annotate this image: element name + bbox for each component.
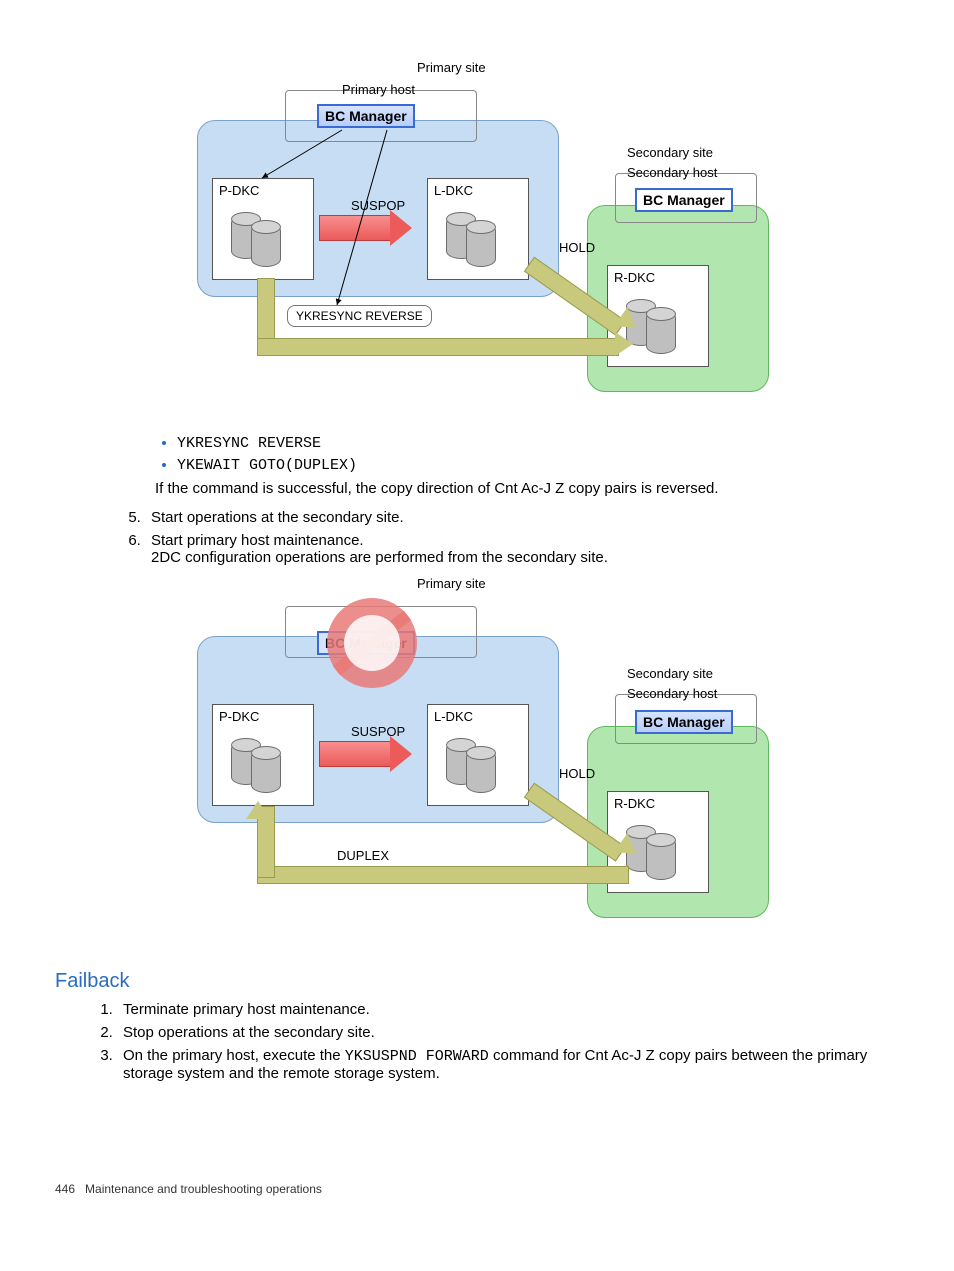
bc-manager-secondary-2: BC Manager (635, 710, 733, 734)
suspop-label-2: SUSPOP (351, 724, 405, 739)
post-bullets-text: If the command is successful, the copy d… (155, 480, 879, 497)
fb3-cmd: YKSUSPND FORWARD (345, 1048, 489, 1065)
l-dkc-label: L-DKC (434, 183, 473, 198)
failback-heading: Failback (55, 970, 899, 993)
step-6-line-2: 2DC configuration operations are perform… (151, 549, 608, 566)
l-dkc-box-2: L-DKC (427, 704, 529, 806)
olive-arrowhead-2-icon (615, 332, 633, 356)
page-footer: 446 Maintenance and troubleshooting oper… (55, 1182, 899, 1196)
step-6: Start primary host maintenance. 2DC conf… (145, 532, 879, 566)
body-content: YKRESYNC REVERSE YKEWAIT GOTO(DUPLEX) If… (155, 434, 879, 566)
bc-manager-primary: BC Manager (317, 104, 415, 128)
l-dkc-box: L-DKC (427, 178, 529, 280)
p-dkc-box: P-DKC (212, 178, 314, 280)
failback-steps: Terminate primary host maintenance. Stop… (87, 1001, 899, 1082)
failback-step-3: On the primary host, execute the YKSUSPN… (117, 1047, 899, 1082)
duplex-arrowhead-icon (246, 801, 270, 819)
primary-site-label: Primary site (417, 60, 486, 75)
diagram-1: Primary site Primary host BC Manager Sec… (55, 60, 899, 404)
suspop-arrow-icon (319, 215, 391, 241)
r-dkc-label: R-DKC (614, 270, 655, 285)
disabled-overlay-icon (327, 598, 417, 688)
secondary-site-label: Secondary site (627, 145, 713, 160)
olive-horiz-icon (257, 338, 619, 356)
p-dkc-label-2: P-DKC (219, 709, 259, 724)
p-dkc-box-2: P-DKC (212, 704, 314, 806)
numbered-steps: Start operations at the secondary site. … (115, 509, 879, 566)
l-dkc-label-2: L-DKC (434, 709, 473, 724)
step-6-line-1: Start primary host maintenance. (151, 532, 364, 549)
failback-step-1: Terminate primary host maintenance. (117, 1001, 899, 1018)
bullet-ykewait: YKEWAIT GOTO(DUPLEX) (177, 457, 357, 474)
step-5: Start operations at the secondary site. (145, 509, 879, 526)
suspop-label: SUSPOP (351, 198, 405, 213)
primary-site-label-2: Primary site (417, 576, 486, 591)
failback-step-2: Stop operations at the secondary site. (117, 1024, 899, 1041)
bc-manager-secondary: BC Manager (635, 188, 733, 212)
command-bullets: YKRESYNC REVERSE YKEWAIT GOTO(DUPLEX) (155, 434, 879, 474)
footer-section: Maintenance and troubleshooting operatio… (85, 1182, 322, 1196)
secondary-host-label: Secondary host (627, 165, 717, 180)
p-dkc-label: P-DKC (219, 183, 259, 198)
hold-label-2: HOLD (559, 766, 595, 781)
ykresync-reverse-cmd-box: YKRESYNC REVERSE (287, 305, 432, 327)
secondary-site-label-2: Secondary site (627, 666, 713, 681)
duplex-label: DUPLEX (337, 848, 389, 863)
secondary-host-label-2: Secondary host (627, 686, 717, 701)
duplex-horiz-icon (257, 866, 629, 884)
primary-host-label: Primary host (342, 82, 415, 97)
diagram-2: Primary site BC Manager Secondary site S… (55, 576, 899, 930)
suspop-arrow-2-icon (319, 741, 391, 767)
r-dkc-label-2: R-DKC (614, 796, 655, 811)
hold-label: HOLD (559, 240, 595, 255)
footer-page-num: 446 (55, 1182, 75, 1196)
fb3-pre: On the primary host, execute the (123, 1047, 345, 1064)
bullet-ykresync: YKRESYNC REVERSE (177, 435, 321, 452)
